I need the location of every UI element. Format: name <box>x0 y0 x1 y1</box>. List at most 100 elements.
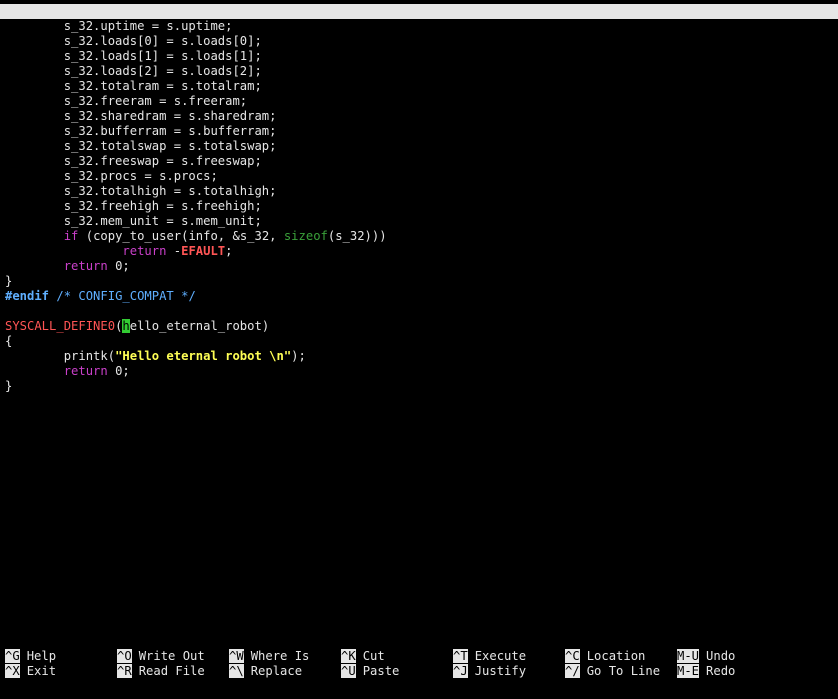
shortcut-justify[interactable]: ^J Justify <box>453 664 526 679</box>
shortcut-bar: ^G Help ^X Exit ^O Write Out ^R Read File ^W Wher… <box>5 649 833 679</box>
shortcut-cut[interactable]: ^K Cut <box>341 649 385 664</box>
code-line[interactable]: #endif /* CONFIG_COMPAT */ <box>5 289 833 304</box>
shortcut-label: Redo <box>706 664 736 678</box>
code-token: s_32.loads[2] = s.loads[2]; <box>5 64 262 78</box>
shortcut-where-is[interactable]: ^W Where Is <box>229 649 309 664</box>
code-token: 0; <box>107 259 130 273</box>
code-line[interactable]: s_32.uptime = s.uptime; <box>5 19 833 34</box>
code-token: printk( <box>5 349 116 363</box>
code-token: s_32.sharedram = s.sharedram; <box>5 109 277 123</box>
shortcut-undo[interactable]: M-U Undo <box>677 649 735 664</box>
title-bar: GNU nano 6.2 sys.c <box>0 4 838 48</box>
code-line[interactable]: s_32.bufferram = s.bufferram; <box>5 124 833 139</box>
shortcut-key: ^G <box>5 649 20 663</box>
code-token: return <box>122 244 167 258</box>
code-token: ; <box>225 244 233 258</box>
code-line[interactable]: s_32.loads[1] = s.loads[1]; <box>5 49 833 64</box>
code-token: s_32.procs = s.procs; <box>5 169 218 183</box>
shortcut-write-out[interactable]: ^O Write Out <box>117 649 205 664</box>
code-token: 0; <box>107 364 130 378</box>
shortcut-label: Location <box>586 649 646 663</box>
shortcut-label: Justify <box>474 664 527 678</box>
code-token: return <box>63 259 108 273</box>
shortcut-read-file[interactable]: ^R Read File <box>117 664 205 679</box>
shortcut-key: ^T <box>453 649 468 663</box>
shortcut-exit[interactable]: ^X Exit <box>5 664 56 679</box>
shortcut-location[interactable]: ^C Location <box>565 649 645 664</box>
code-token: (copy_to_user(info, &s_32, <box>78 229 284 243</box>
shortcut-key: ^C <box>565 649 580 663</box>
shortcut-key: ^J <box>453 664 468 678</box>
shortcut-key: ^K <box>341 649 356 663</box>
code-line[interactable] <box>5 304 833 319</box>
code-line[interactable]: s_32.freeram = s.freeram; <box>5 94 833 109</box>
code-token: s_32.loads[0] = s.loads[0]; <box>5 34 262 48</box>
shortcut-key: ^X <box>5 664 20 678</box>
shortcut-key: ^R <box>117 664 132 678</box>
code-line[interactable]: return -EFAULT; <box>5 244 833 259</box>
shortcut-key: M-E <box>677 664 700 678</box>
code-line[interactable]: return 0; <box>5 259 833 274</box>
code-token: "Hello eternal robot \n" <box>115 349 292 363</box>
code-token: #endif <box>5 289 50 303</box>
code-token: - <box>166 244 182 258</box>
shortcut-redo[interactable]: M-E Redo <box>677 664 735 679</box>
editor-text-area[interactable]: s_32.uptime = s.uptime; s_32.loads[0] = … <box>5 19 833 394</box>
shortcut-label: Write Out <box>138 649 205 663</box>
code-token: EFAULT <box>181 244 226 258</box>
code-line[interactable]: printk("Hello eternal robot \n"); <box>5 349 833 364</box>
code-line[interactable]: } <box>5 379 833 394</box>
code-token: s_32.freeram = s.freeram; <box>5 94 248 108</box>
shortcut-label: Read File <box>138 664 205 678</box>
code-token: s_32.freeswap = s.freeswap; <box>5 154 262 168</box>
code-token: ); <box>291 349 306 363</box>
code-token: ello_eternal_robot) <box>129 319 270 333</box>
code-line[interactable]: s_32.loads[0] = s.loads[0]; <box>5 34 833 49</box>
shortcut-key: ^W <box>229 649 244 663</box>
code-line[interactable]: { <box>5 334 833 349</box>
code-line[interactable]: s_32.procs = s.procs; <box>5 169 833 184</box>
code-token: s_32.uptime = s.uptime; <box>5 19 233 33</box>
shortcut-label: Exit <box>26 664 57 678</box>
code-token: } <box>5 274 13 288</box>
shortcut-label: Paste <box>362 664 400 678</box>
code-line[interactable]: s_32.mem_unit = s.mem_unit; <box>5 214 833 229</box>
shortcut-label: Help <box>26 649 57 663</box>
code-line[interactable]: SYSCALL_DEFINE0(hello_eternal_robot) <box>5 319 833 334</box>
shortcut-label: Replace <box>250 664 303 678</box>
code-line[interactable]: s_32.freeswap = s.freeswap; <box>5 154 833 169</box>
text-cursor: h <box>122 319 130 333</box>
code-token: SYSCALL_DEFINE0 <box>5 319 116 333</box>
shortcut-help[interactable]: ^G Help <box>5 649 56 664</box>
code-line[interactable]: } <box>5 274 833 289</box>
code-token: { <box>5 334 13 348</box>
code-token: sizeof <box>283 229 328 243</box>
code-token: (s_32))) <box>327 229 387 243</box>
code-line[interactable]: return 0; <box>5 364 833 379</box>
shortcut-replace[interactable]: ^\ Replace <box>229 664 302 679</box>
shortcut-label: Go To Line <box>586 664 661 678</box>
shortcut-label: Cut <box>362 649 385 663</box>
shortcut-execute[interactable]: ^T Execute <box>453 649 526 664</box>
shortcut-go-to-line[interactable]: ^/ Go To Line <box>565 664 660 679</box>
code-line[interactable]: s_32.loads[2] = s.loads[2]; <box>5 64 833 79</box>
code-token: s_32.freehigh = s.freehigh; <box>5 199 262 213</box>
shortcut-paste[interactable]: ^U Paste <box>341 664 399 679</box>
code-line[interactable]: s_32.totalhigh = s.totalhigh; <box>5 184 833 199</box>
shortcut-label: Where Is <box>250 649 310 663</box>
code-line[interactable]: s_32.totalswap = s.totalswap; <box>5 139 833 154</box>
code-token: s_32.totalram = s.totalram; <box>5 79 262 93</box>
code-token: /* CONFIG_COMPAT */ <box>49 289 196 303</box>
shortcut-label: Execute <box>474 649 527 663</box>
code-token: if <box>63 229 79 243</box>
code-line[interactable]: s_32.sharedram = s.sharedram; <box>5 109 833 124</box>
code-line[interactable]: if (copy_to_user(info, &s_32, sizeof(s_3… <box>5 229 833 244</box>
code-line[interactable]: s_32.freehigh = s.freehigh; <box>5 199 833 214</box>
code-token: s_32.bufferram = s.bufferram; <box>5 124 277 138</box>
code-line[interactable]: s_32.totalram = s.totalram; <box>5 79 833 94</box>
code-token: s_32.mem_unit = s.mem_unit; <box>5 214 262 228</box>
shortcut-key: ^U <box>341 664 356 678</box>
